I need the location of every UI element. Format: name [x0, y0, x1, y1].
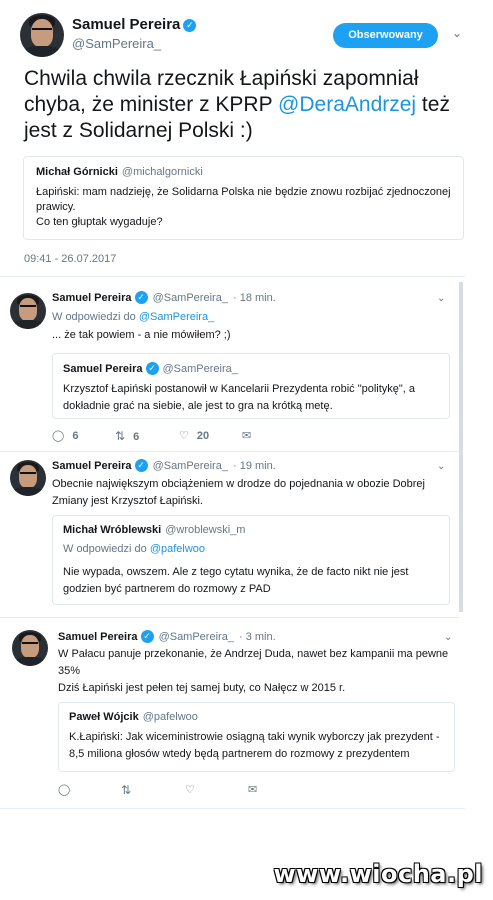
divider	[0, 451, 459, 452]
reply-text: ... że tak powiem - a nie mówiłem? ;)	[52, 329, 231, 341]
envelope-icon: ✉	[242, 430, 252, 442]
divider	[0, 617, 459, 618]
author-name[interactable]: Samuel Pereira ✓	[72, 16, 197, 33]
retweet-icon: ⇅	[115, 429, 126, 443]
retweet-count: 6	[133, 431, 140, 443]
chevron-down-icon[interactable]: ⌄	[437, 461, 445, 472]
mention-link[interactable]: @DeraAndrzej	[278, 93, 416, 116]
tweet-timestamp[interactable]: 09:41 - 26.07.2017	[24, 253, 116, 265]
quoted-tweet[interactable]: Paweł Wójcik @pafelwoo K.Łapiński: Jak wi…	[58, 702, 455, 772]
reply-button[interactable]: ◯	[58, 783, 70, 796]
verified-badge-icon: ✓	[140, 630, 154, 643]
quoted-text: Łapiński: mam nadzieję, że Solidarna Pol…	[36, 186, 451, 228]
watermark: www.wiocha.pl	[273, 860, 483, 888]
avatar[interactable]	[12, 630, 48, 666]
follow-button[interactable]: Obserwowany	[333, 23, 438, 48]
replying-to: W odpowiedzi do @pafelwoo	[63, 543, 206, 555]
avatar[interactable]	[10, 460, 46, 496]
quoted-tweet[interactable]: Samuel Pereira ✓ @SamPereira_ Krzysztof Ła…	[52, 353, 450, 419]
tweet-actions: ◯ ⇅ ♡ ✉	[58, 783, 358, 797]
reply-author-name[interactable]: Samuel Pereira	[52, 460, 132, 472]
quoted-author-name: Paweł Wójcik	[69, 711, 139, 723]
quoted-tweet[interactable]: Michał Wróblewski @wroblewski_m W odpowie…	[52, 515, 450, 605]
reply-time[interactable]: · 3 min.	[239, 631, 276, 643]
replying-to: W odpowiedzi do @SamPereira_	[52, 311, 215, 323]
reply-count: 6	[72, 430, 79, 442]
quoted-author-handle: @SamPereira_	[162, 363, 238, 375]
quoted-author-handle: @michalgornicki	[121, 166, 203, 178]
verified-badge-icon: ✓	[145, 362, 159, 375]
quoted-author-name: Samuel Pereira	[63, 363, 143, 375]
retweet-button[interactable]: ⇅ 6	[115, 429, 139, 443]
chevron-down-icon[interactable]: ⌄	[444, 632, 452, 643]
reply-icon: ◯	[58, 784, 71, 796]
quoted-author-handle: @wroblewski_m	[165, 524, 246, 536]
reply-text: W Pałacu panuje przekonanie, że Andrzej …	[58, 648, 449, 694]
chevron-down-icon[interactable]: ⌄	[452, 26, 462, 40]
divider	[0, 276, 465, 277]
chevron-down-icon[interactable]: ⌄	[437, 293, 445, 304]
reply-author-handle[interactable]: @SamPereira_	[159, 631, 234, 643]
quoted-author-name: Michał Górnicki	[36, 166, 118, 178]
mention-link[interactable]: @pafelwoo	[150, 543, 205, 555]
reply-icon: ◯	[52, 430, 65, 442]
reply-header: Samuel Pereira ✓ @SamPereira_ · 19 min.	[52, 459, 452, 472]
reply-time[interactable]: · 19 min.	[233, 460, 276, 472]
quoted-author-handle: @pafelwoo	[142, 711, 198, 723]
tweet-actions: ◯ 6 ⇅ 6 ♡ 20 ✉	[52, 429, 352, 443]
reply-header: Samuel Pereira ✓ @SamPereira_ · 3 min.	[58, 630, 458, 643]
verified-badge-icon: ✓	[134, 459, 148, 472]
like-count: 20	[196, 430, 210, 442]
quoted-tweet[interactable]: Michał Górnicki @michalgornicki Łapiński:…	[23, 156, 464, 240]
tweet-text: Chwila chwila rzecznik Łapiński zapomnia…	[24, 67, 450, 142]
like-button[interactable]: ♡ 20	[179, 429, 209, 442]
reply-author-handle[interactable]: @SamPereira_	[153, 460, 228, 472]
scrollbar[interactable]	[459, 282, 463, 612]
quoted-text: Nie wypada, owszem. Ale z tego cytatu wy…	[63, 566, 409, 595]
message-button[interactable]: ✉	[242, 429, 251, 442]
reply-time[interactable]: · 18 min.	[233, 292, 276, 304]
reply-button[interactable]: ◯ 6	[52, 429, 78, 442]
retweet-icon: ⇅	[121, 783, 132, 797]
heart-icon: ♡	[185, 784, 195, 796]
message-button[interactable]: ✉	[248, 783, 257, 796]
reply-text: Obecnie największym obciążeniem w drodze…	[52, 478, 425, 507]
avatar[interactable]	[20, 13, 64, 57]
reply-header: Samuel Pereira ✓ @SamPereira_ · 18 min.	[52, 291, 452, 304]
heart-icon: ♡	[179, 430, 189, 442]
like-button[interactable]: ♡	[185, 783, 195, 796]
divider	[0, 808, 465, 809]
reply-author-handle[interactable]: @SamPereira_	[153, 292, 228, 304]
avatar[interactable]	[10, 293, 46, 329]
reply-author-name[interactable]: Samuel Pereira	[52, 292, 132, 304]
envelope-icon: ✉	[248, 784, 258, 796]
quoted-author-name: Michał Wróblewski	[63, 524, 162, 536]
quoted-text: Krzysztof Łapiński postanowił w Kancelar…	[63, 383, 416, 412]
quoted-text: K.Łapiński: Jak wiceministrowie osiągną …	[69, 731, 440, 760]
reply-author-name[interactable]: Samuel Pereira	[58, 631, 138, 643]
mention-link[interactable]: @SamPereira_	[139, 311, 214, 323]
retweet-button[interactable]: ⇅	[121, 783, 131, 797]
verified-badge-icon: ✓	[134, 291, 148, 304]
author-handle[interactable]: @SamPereira_	[72, 36, 161, 51]
verified-badge-icon: ✓	[183, 19, 197, 32]
